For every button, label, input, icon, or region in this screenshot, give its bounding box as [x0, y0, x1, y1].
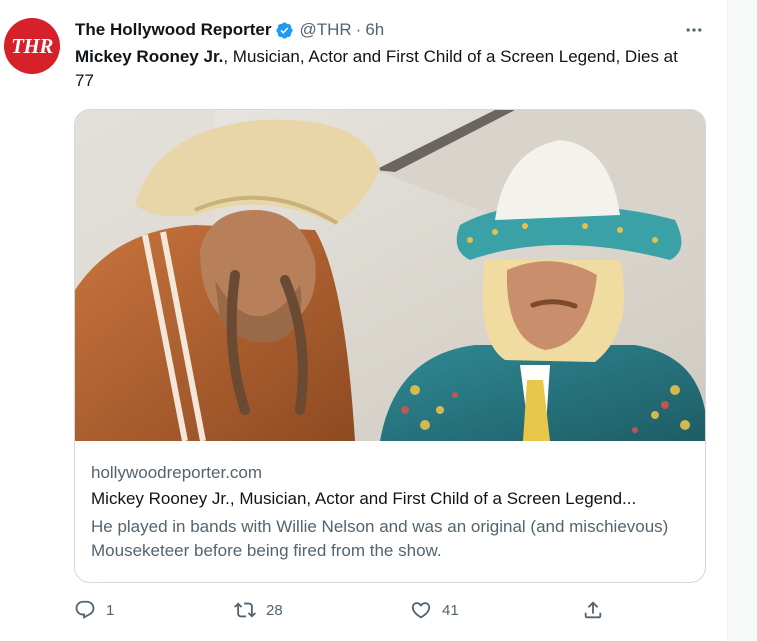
like-count: 41	[442, 601, 459, 619]
right-panel-edge	[727, 0, 757, 641]
reply-icon	[75, 600, 95, 619]
share-button[interactable]	[582, 597, 604, 623]
like-button[interactable]: 41	[410, 597, 459, 623]
card-title: Mickey Rooney Jr., Musician, Actor and F…	[91, 489, 637, 508]
author-handle[interactable]: @THR	[299, 20, 351, 40]
author-display-name[interactable]: The Hollywood Reporter	[75, 20, 271, 40]
tweet-timestamp[interactable]: 6h	[365, 20, 384, 40]
avatar-logo-text: THR	[11, 33, 53, 58]
card-body[interactable]: hollywoodreporter.com Mickey Rooney Jr.,…	[91, 462, 691, 563]
card-description: He played in bands with Willie Nelson an…	[91, 517, 669, 560]
reply-count: 1	[106, 601, 115, 619]
retweet-icon	[234, 602, 256, 618]
share-icon	[584, 601, 602, 619]
card-domain: hollywoodreporter.com	[91, 463, 263, 482]
heart-icon	[411, 602, 431, 619]
avatar[interactable]: THR	[4, 18, 60, 74]
reply-button[interactable]: 1	[74, 597, 114, 623]
separator-dot: ·	[355, 20, 362, 39]
verified-badge-icon	[276, 21, 294, 39]
more-icon	[686, 28, 702, 32]
more-button[interactable]	[681, 18, 707, 42]
retweet-count: 28	[266, 601, 283, 619]
tweet-text: Mickey Rooney Jr., Musician, Actor and F…	[75, 45, 695, 93]
tweet-text-bold: Mickey Rooney Jr.	[75, 47, 224, 66]
retweet-button[interactable]: 28	[234, 597, 283, 623]
card-image[interactable]	[75, 110, 705, 441]
tweet-actions: 1 28 41	[74, 597, 634, 623]
tweet-header: The Hollywood Reporter @THR · 6h	[75, 18, 384, 42]
card-photo	[75, 110, 705, 441]
link-card[interactable]: hollywoodreporter.com Mickey Rooney Jr.,…	[74, 109, 706, 583]
tweet[interactable]: THR The Hollywood Reporter @THR · 6h Mic…	[0, 0, 727, 641]
